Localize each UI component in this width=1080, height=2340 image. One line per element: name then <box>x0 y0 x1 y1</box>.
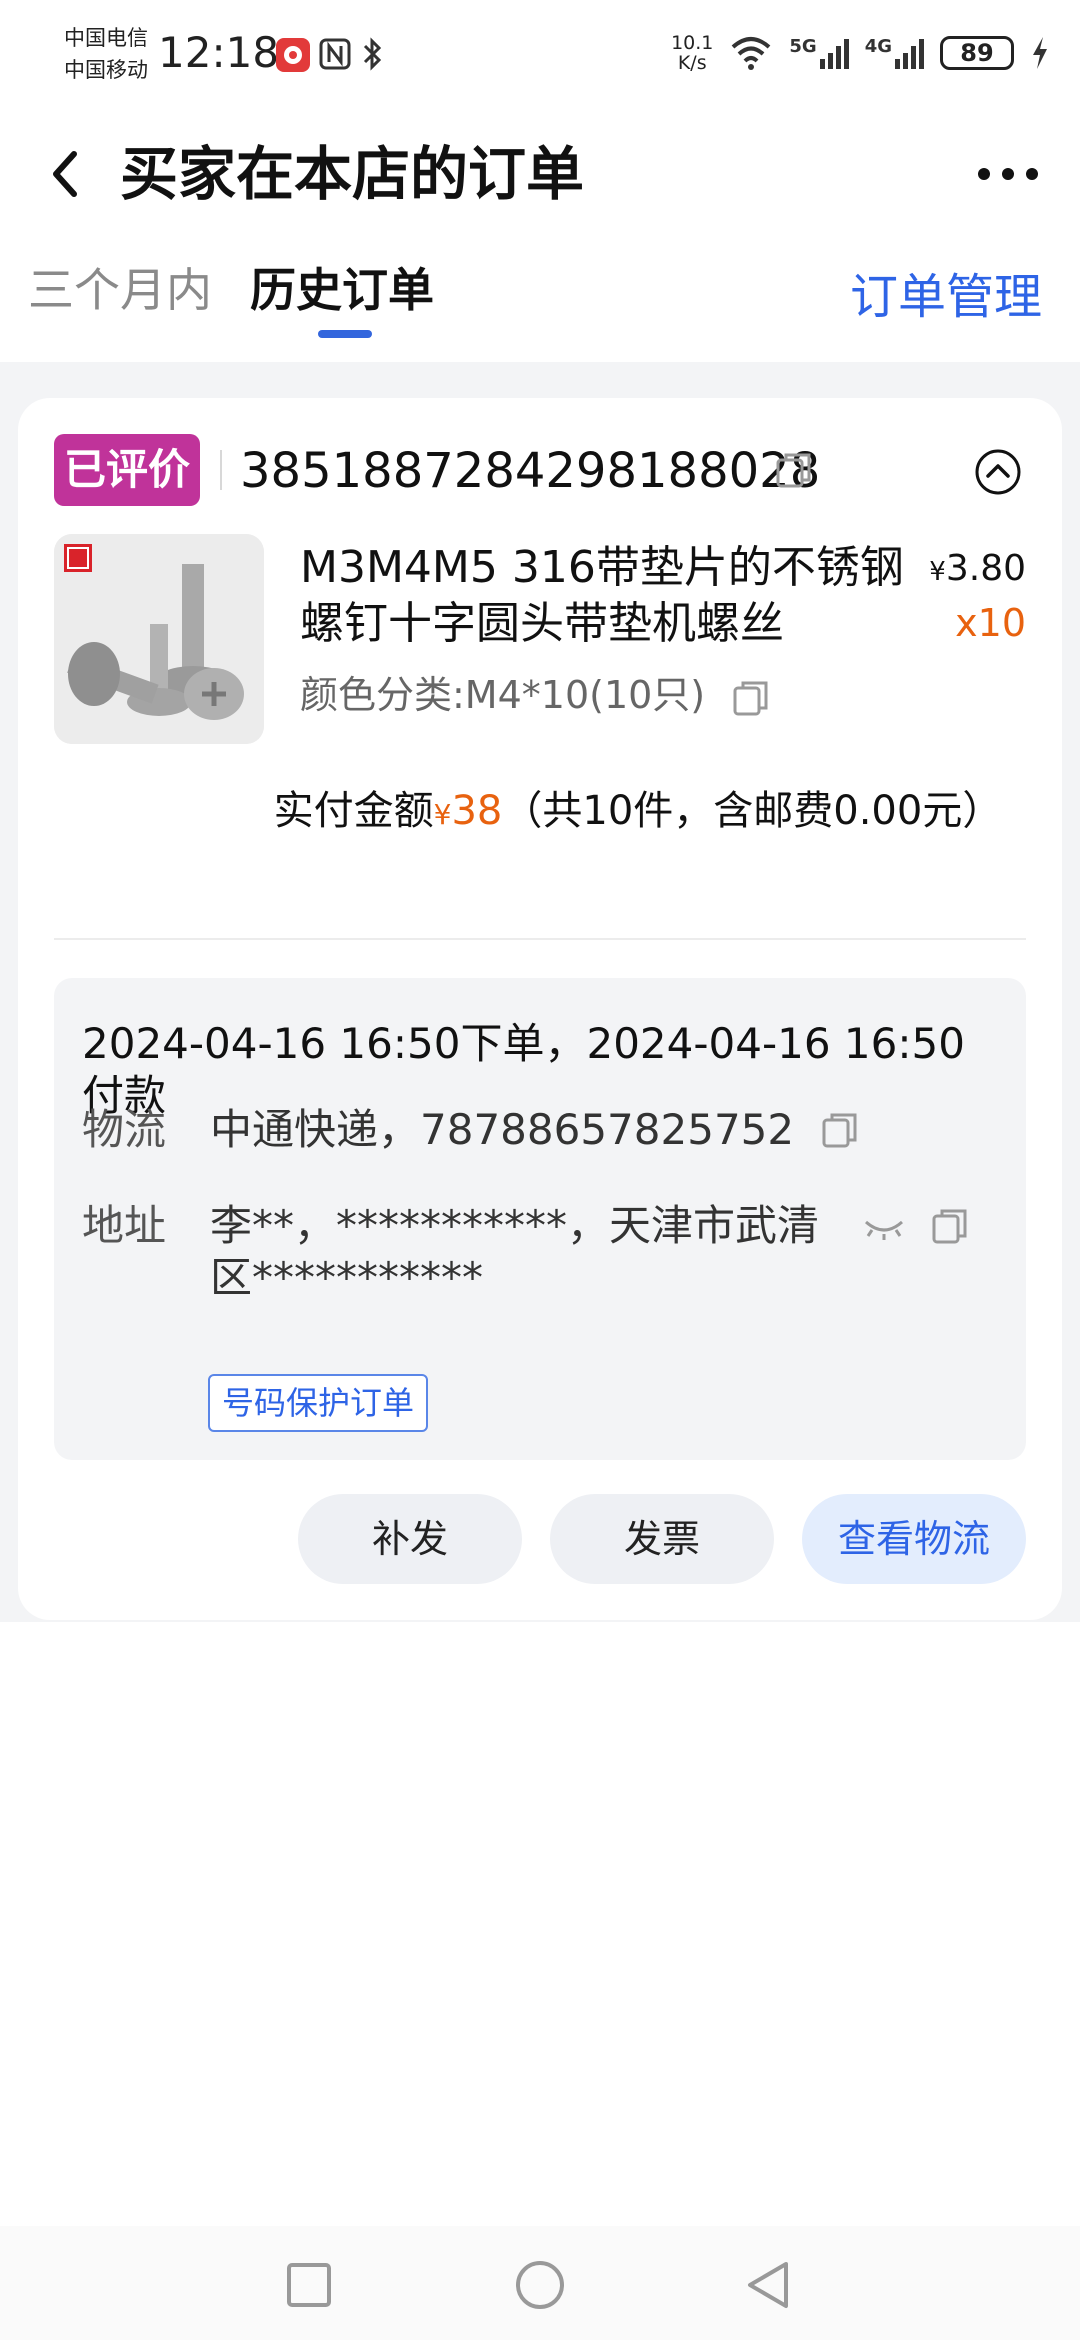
status-bar: 中国电信 中国移动 12:18 10.1 K/s 5G 4G 89 <box>0 0 1080 108</box>
tab-history-orders[interactable]: 历史订单 <box>250 258 434 322</box>
copy-address-icon[interactable] <box>930 1206 970 1246</box>
recent-apps-square-icon[interactable] <box>282 2258 336 2312</box>
signal-5g-label: 5G <box>789 36 817 57</box>
logistics-label: 物流 <box>82 1105 167 1154</box>
system-navigation-bar <box>0 2226 1080 2340</box>
collapse-chevron-up-icon[interactable] <box>974 448 1022 496</box>
paid-amount-summary: 实付金额¥38（共10件，含邮费0.00元） <box>258 786 1018 840</box>
order-info-box: 2024-04-16 16:50下单，2024-04-16 16:50付款 物流… <box>54 978 1026 1460</box>
paid-currency: ¥ <box>433 798 452 831</box>
number-protection-tag: 号码保护订单 <box>208 1374 429 1432</box>
invoice-button[interactable]: 发票 <box>550 1494 774 1584</box>
carrier-2: 中国移动 <box>64 58 148 82</box>
wifi-icon <box>732 37 771 70</box>
net-speed-value: 10.1 <box>671 32 714 54</box>
paid-amount: ¥38 <box>434 788 503 834</box>
tab-three-months[interactable]: 三个月内 <box>28 258 212 322</box>
logistics-value: 中通快递，78788657825752 <box>210 1105 795 1154</box>
status-right-group: 10.1 K/s 5G 4G 89 <box>671 28 1050 78</box>
signal-bars-icon <box>819 39 849 69</box>
paid-label: 实付金额 <box>273 788 434 834</box>
card-divider <box>54 938 1026 940</box>
back-arrow-icon[interactable] <box>44 144 88 204</box>
back-triangle-icon[interactable] <box>742 2258 796 2312</box>
spec-text: 颜色分类:M4*10(10只) <box>300 673 706 717</box>
order-manage-link[interactable]: 订单管理 <box>850 264 1042 330</box>
more-options-icon[interactable] <box>976 156 1040 192</box>
carrier-info: 中国电信 中国移动 <box>64 22 148 86</box>
product-title[interactable]: M3M4M5 316带垫片的不锈钢螺钉十字圆头带垫机螺丝 <box>300 540 920 652</box>
address-value: 李**，***********，天津市武清区*********** <box>210 1201 820 1302</box>
product-thumbnail[interactable] <box>54 534 264 744</box>
active-tab-indicator <box>318 330 372 338</box>
price-currency: ¥ <box>929 557 946 587</box>
address-label: 地址 <box>82 1201 167 1250</box>
unit-price: ¥3.80 <box>929 544 1026 597</box>
copy-order-number-icon[interactable] <box>774 450 814 490</box>
view-logistics-button[interactable]: 查看物流 <box>802 1494 1026 1584</box>
net-speed-unit: K/s <box>677 52 707 74</box>
network-speed: 10.1 K/s <box>671 33 713 73</box>
clock: 12:18 <box>158 28 280 77</box>
order-tabs: 三个月内 历史订单 订单管理 <box>0 240 1080 362</box>
price-value: 3.80 <box>945 548 1026 589</box>
order-card: 已评价 3851887284298188028 M3M4M5 316带垫片的不锈… <box>18 398 1062 1620</box>
page-title: 买家在本店的订单 <box>120 140 585 208</box>
badge-divider <box>220 450 222 490</box>
product-spec: 颜色分类:M4*10(10只) <box>300 668 771 722</box>
page-header: 买家在本店的订单 <box>0 108 1080 240</box>
charging-icon <box>1033 37 1047 69</box>
order-number: 3851887284298188028 <box>240 443 821 499</box>
status-badge: 已评价 <box>54 434 200 506</box>
bluetooth-icon <box>363 37 382 71</box>
reissue-button[interactable]: 补发 <box>298 1494 522 1584</box>
copy-spec-icon[interactable] <box>731 678 771 718</box>
battery-indicator: 89 <box>940 36 1014 70</box>
paid-note: （共10件，含邮费0.00元） <box>502 788 1003 834</box>
signal-4g-label: 4G <box>864 36 892 57</box>
paid-amount-value: 38 <box>451 788 503 834</box>
signal-4g-icon: 4G <box>865 37 924 69</box>
nfc-icon <box>319 38 351 70</box>
copy-tracking-icon[interactable] <box>820 1110 860 1150</box>
signal-bars-icon <box>895 39 924 69</box>
quantity: x10 <box>955 601 1026 645</box>
eye-closed-icon[interactable] <box>862 1212 906 1242</box>
home-circle-icon[interactable] <box>513 2258 567 2312</box>
screw-product-image-icon <box>54 534 264 744</box>
signal-5g-icon: 5G <box>789 36 849 69</box>
carrier-1: 中国电信 <box>64 26 148 50</box>
app-notification-icon <box>276 38 310 72</box>
